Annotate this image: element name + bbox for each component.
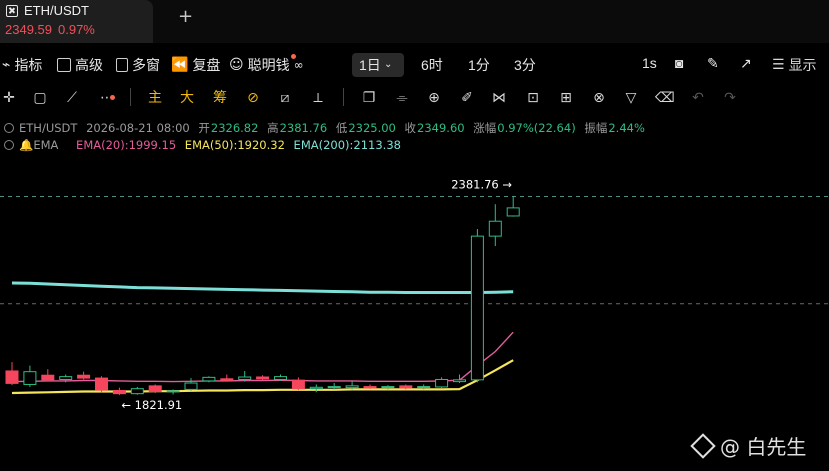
candle-body[interactable]: [435, 378, 449, 388]
candle-body[interactable]: [506, 207, 520, 217]
candle-body[interactable]: [77, 374, 91, 379]
candle-body[interactable]: [381, 386, 395, 389]
candle-body[interactable]: [112, 389, 126, 395]
candle-body[interactable]: [41, 374, 55, 381]
candle-body[interactable]: [130, 388, 144, 395]
candle-body[interactable]: [453, 379, 466, 383]
candle-body[interactable]: [256, 376, 270, 380]
candle-body[interactable]: [274, 376, 287, 380]
low-price-label: ← 1821.91: [121, 398, 182, 412]
ema20-line: [11, 331, 514, 383]
candle-body[interactable]: [399, 385, 413, 389]
candle-body[interactable]: [309, 386, 323, 390]
candle-body[interactable]: [417, 386, 431, 389]
candle-body[interactable]: [488, 220, 502, 237]
brand-logo-icon: [690, 432, 716, 459]
candle-body[interactable]: [166, 390, 180, 393]
candle-body[interactable]: [23, 371, 37, 385]
candle-body[interactable]: [327, 386, 341, 389]
candle-body[interactable]: [5, 370, 19, 384]
candle-body[interactable]: [184, 382, 198, 390]
candle-body[interactable]: [363, 386, 377, 389]
candle-body[interactable]: [202, 376, 216, 382]
candle-body[interactable]: [59, 376, 73, 380]
high-price-label: 2381.76 →: [451, 177, 512, 191]
candle-body[interactable]: [470, 235, 484, 381]
candle-body[interactable]: [345, 385, 359, 389]
candle-body[interactable]: [148, 385, 162, 393]
candle-body[interactable]: [95, 377, 108, 391]
watermark: @ 白先生: [690, 431, 807, 460]
ema200-line: [11, 281, 514, 294]
candle-body[interactable]: [291, 379, 305, 390]
candlestick-chart[interactable]: 2381.76 → ← 1821.91: [0, 0, 829, 471]
candle-body[interactable]: [220, 378, 234, 381]
watermark-text: @ 白先生: [720, 435, 807, 459]
candle-body[interactable]: [238, 376, 252, 380]
